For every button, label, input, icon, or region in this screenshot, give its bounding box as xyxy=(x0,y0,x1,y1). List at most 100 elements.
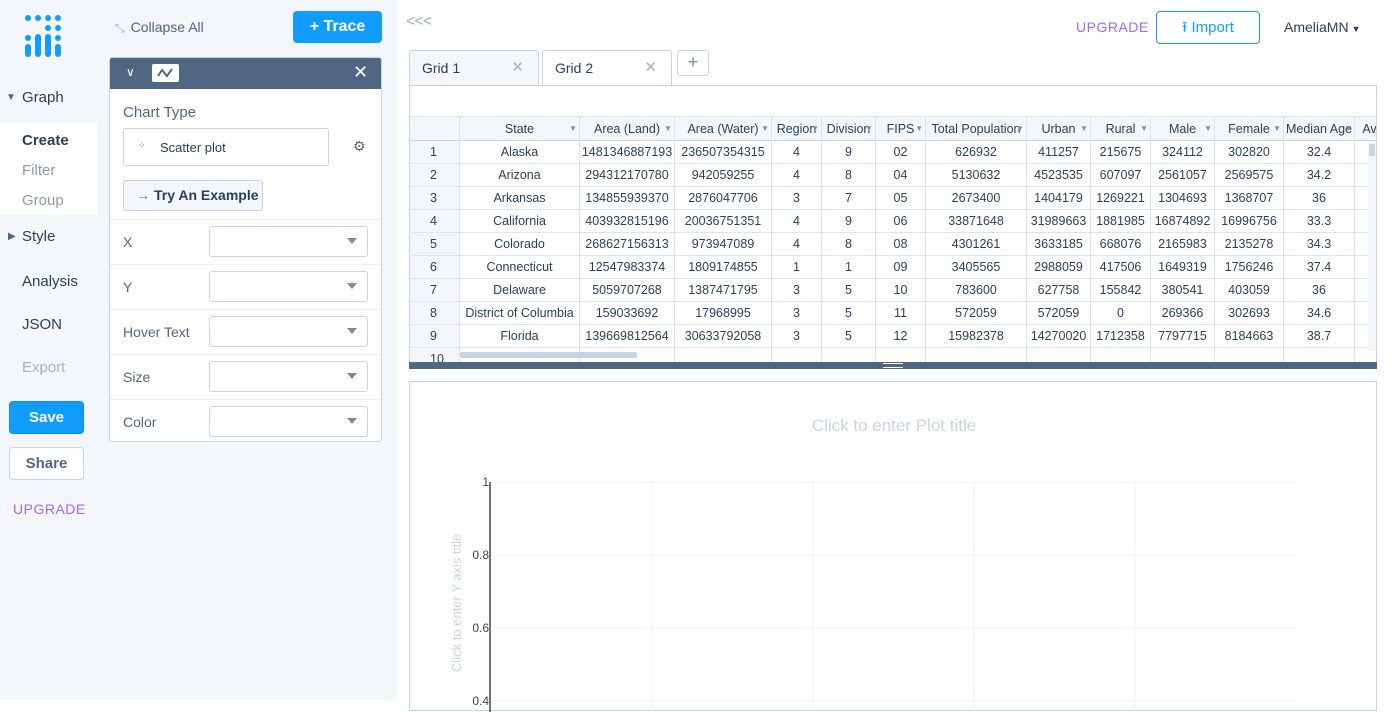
close-icon[interactable]: ✕ xyxy=(511,58,524,76)
chart-type-select[interactable]: ⁘ Scatter plot xyxy=(123,128,329,166)
table-cell[interactable]: 33871648 xyxy=(926,210,1027,232)
close-icon[interactable]: ✕ xyxy=(644,58,657,76)
table-cell[interactable]: 1304693 xyxy=(1151,187,1215,209)
table-cell[interactable]: 08 xyxy=(876,233,926,255)
table-cell[interactable]: 139669812564 xyxy=(580,325,675,347)
table-cell[interactable]: 34.2 xyxy=(1284,164,1355,186)
table-cell[interactable]: 31989663 xyxy=(1027,210,1091,232)
table-cell[interactable]: 1 xyxy=(822,256,876,278)
table-cell[interactable]: 1649319 xyxy=(1151,256,1215,278)
table-cell[interactable]: 627758 xyxy=(1027,279,1091,301)
table-cell[interactable]: 159033692 xyxy=(580,302,675,324)
table-cell[interactable]: 5 xyxy=(822,279,876,301)
table-cell[interactable]: 403059 xyxy=(1215,279,1284,301)
table-cell[interactable]: 403932815196 xyxy=(580,210,675,232)
table-cell[interactable] xyxy=(1284,348,1355,362)
table-cell[interactable]: 02 xyxy=(876,141,926,163)
table-cell[interactable]: 3 xyxy=(772,279,822,301)
table-cell[interactable]: 2988059 xyxy=(1027,256,1091,278)
table-cell[interactable]: 2673400 xyxy=(926,187,1027,209)
column-header[interactable]: Area (Water) ▼ xyxy=(675,117,772,141)
table-cell[interactable]: 380541 xyxy=(1151,279,1215,301)
table-cell[interactable]: 324112 xyxy=(1151,141,1215,163)
color-select[interactable] xyxy=(209,406,368,437)
table-cell[interactable]: 155842 xyxy=(1091,279,1151,301)
add-grid-button[interactable]: + xyxy=(677,50,709,76)
column-header[interactable]: Division ▼ xyxy=(822,117,876,141)
table-cell[interactable]: Arkansas xyxy=(460,187,580,209)
add-trace-button[interactable]: + Trace xyxy=(293,11,382,43)
x-select[interactable] xyxy=(209,226,368,257)
table-cell[interactable]: 36 xyxy=(1284,279,1355,301)
nav-create[interactable]: Create xyxy=(22,132,69,149)
table-cell[interactable]: 668076 xyxy=(1091,233,1151,255)
table-cell[interactable]: Florida xyxy=(460,325,580,347)
table-cell[interactable]: 3 xyxy=(772,302,822,324)
table-cell[interactable]: 1481346887193 xyxy=(580,141,675,163)
table-cell[interactable]: 3 xyxy=(772,325,822,347)
table-cell[interactable]: 302693 xyxy=(1215,302,1284,324)
column-header[interactable]: FIPS ▼ xyxy=(876,117,926,141)
horizontal-scrollbar[interactable] xyxy=(460,352,637,358)
table-cell[interactable]: 269366 xyxy=(1151,302,1215,324)
table-cell[interactable]: 37.4 xyxy=(1284,256,1355,278)
table-cell[interactable]: 4 xyxy=(772,141,822,163)
table-cell[interactable]: 15982378 xyxy=(926,325,1027,347)
upgrade-link[interactable]: UPGRADE xyxy=(13,501,86,517)
table-cell[interactable]: 2165983 xyxy=(1151,233,1215,255)
table-cell[interactable]: Colorado xyxy=(460,233,580,255)
table-cell[interactable]: 1387471795 xyxy=(675,279,772,301)
trace-header[interactable]: ∨ ✕ xyxy=(110,58,381,89)
table-cell[interactable]: 1756246 xyxy=(1215,256,1284,278)
user-menu[interactable]: AmeliaMN ▼ xyxy=(1284,19,1361,35)
tab-grid-1[interactable]: Grid 1 ✕ xyxy=(409,50,539,85)
column-header[interactable]: Median Age ▼ xyxy=(1284,117,1355,141)
table-cell[interactable]: 04 xyxy=(876,164,926,186)
table-cell[interactable]: 302820 xyxy=(1215,141,1284,163)
table-cell[interactable] xyxy=(1091,348,1151,362)
nav-filter[interactable]: Filter xyxy=(22,162,55,179)
column-menu-icon[interactable]: ▼ xyxy=(569,117,577,141)
table-cell[interactable]: 942059255 xyxy=(675,164,772,186)
table-cell[interactable]: 134855939370 xyxy=(580,187,675,209)
collapse-panel-button[interactable]: <<< xyxy=(406,13,432,31)
column-header[interactable]: Area (Land) ▼ xyxy=(580,117,675,141)
column-menu-icon[interactable]: ▼ xyxy=(664,117,672,141)
table-cell[interactable]: 33.3 xyxy=(1284,210,1355,232)
table-cell[interactable]: 2569575 xyxy=(1215,164,1284,186)
y-axis-title[interactable]: Click to enter Y axis title xyxy=(449,534,464,672)
table-cell[interactable]: 294312170780 xyxy=(580,164,675,186)
table-cell[interactable]: 38.7 xyxy=(1284,325,1355,347)
table-cell[interactable]: 4523535 xyxy=(1027,164,1091,186)
column-header[interactable]: Male ▼ xyxy=(1151,117,1215,141)
table-cell[interactable]: 5130632 xyxy=(926,164,1027,186)
table-cell[interactable]: Arizona xyxy=(460,164,580,186)
try-example-button[interactable]: → Try An Example xyxy=(123,180,263,211)
table-cell[interactable]: 05 xyxy=(876,187,926,209)
table-cell[interactable]: 16874892 xyxy=(1151,210,1215,232)
table-cell[interactable]: 8 xyxy=(822,164,876,186)
grid-plot-splitter[interactable] xyxy=(409,362,1377,369)
column-menu-icon[interactable]: ▼ xyxy=(1204,117,1212,141)
column-menu-icon[interactable]: ▼ xyxy=(865,117,873,141)
save-button[interactable]: Save xyxy=(9,401,84,434)
table-cell[interactable]: 1809174855 xyxy=(675,256,772,278)
table-cell[interactable]: 9 xyxy=(822,141,876,163)
size-select[interactable] xyxy=(209,361,368,392)
column-header[interactable]: Region ▼ xyxy=(772,117,822,141)
table-cell[interactable] xyxy=(772,348,822,362)
table-cell[interactable]: 1712358 xyxy=(1091,325,1151,347)
table-cell[interactable]: 5 xyxy=(822,302,876,324)
table-cell[interactable]: 5 xyxy=(822,325,876,347)
column-header[interactable]: Urban ▼ xyxy=(1027,117,1091,141)
table-cell[interactable] xyxy=(1027,348,1091,362)
table-cell[interactable]: 2135278 xyxy=(1215,233,1284,255)
table-cell[interactable]: 36 xyxy=(1284,187,1355,209)
table-cell[interactable]: 973947089 xyxy=(675,233,772,255)
table-cell[interactable]: 7797715 xyxy=(1151,325,1215,347)
share-button[interactable]: Share xyxy=(9,447,84,480)
table-cell[interactable]: 1269221 xyxy=(1091,187,1151,209)
table-cell[interactable]: 7 xyxy=(822,187,876,209)
table-cell[interactable]: 8184663 xyxy=(1215,325,1284,347)
table-cell[interactable]: 3633185 xyxy=(1027,233,1091,255)
